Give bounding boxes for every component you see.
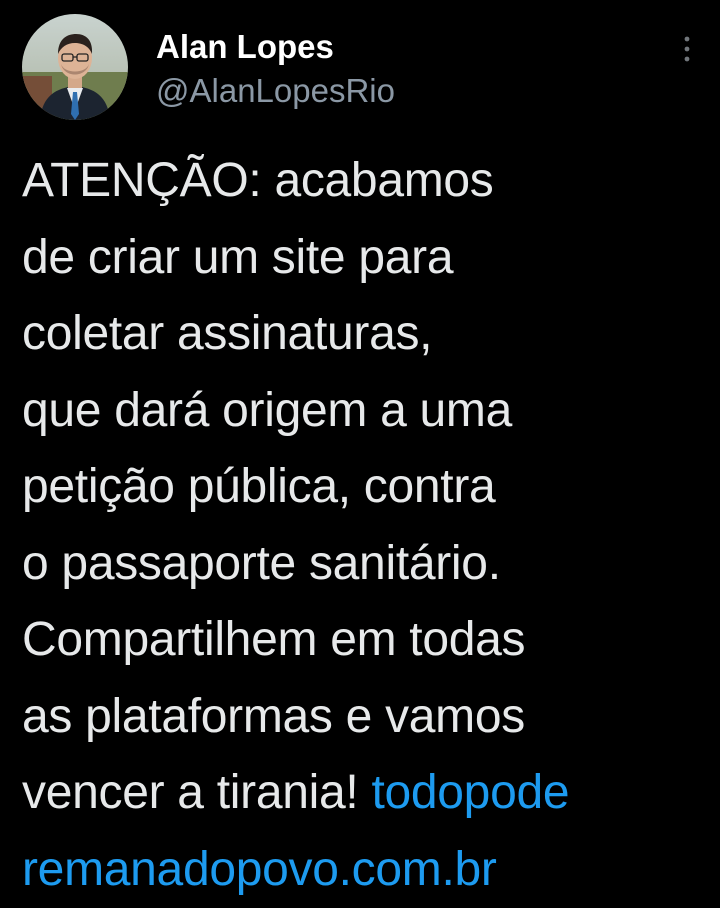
tweet-line: as plataformas e vamos	[22, 679, 712, 756]
tweet-line: petição pública, contra	[22, 449, 712, 526]
author-name[interactable]: Alan Lopes	[156, 28, 334, 66]
tweet-line: ATENÇÃO: acabamos	[22, 143, 712, 220]
tweet-link[interactable]: todopode	[371, 766, 569, 819]
tweet-line: de criar um site para	[22, 220, 712, 297]
author-handle[interactable]: @AlanLopesRio	[156, 72, 395, 110]
tweet-link[interactable]: remanadopovo.com.br	[22, 843, 497, 896]
tweet-line-with-link: vencer a tirania! todopode	[22, 755, 712, 832]
tweet-line: o passaporte sanitário.	[22, 526, 712, 603]
tweet-line-text: vencer a tirania!	[22, 766, 371, 819]
more-options-icon[interactable]	[680, 34, 694, 64]
avatar[interactable]	[22, 14, 128, 120]
tweet-line: que dará origem a uma	[22, 373, 712, 450]
tweet-line: Compartilhem em todas	[22, 602, 712, 679]
tweet-header: Alan Lopes @AlanLopesRio	[22, 14, 702, 124]
tweet-line: coletar assinaturas,	[22, 296, 712, 373]
avatar-image	[22, 14, 128, 120]
tweet-link-continuation: remanadopovo.com.br	[22, 832, 712, 908]
tweet-text: ATENÇÃO: acabamos de criar um site para …	[22, 143, 712, 908]
